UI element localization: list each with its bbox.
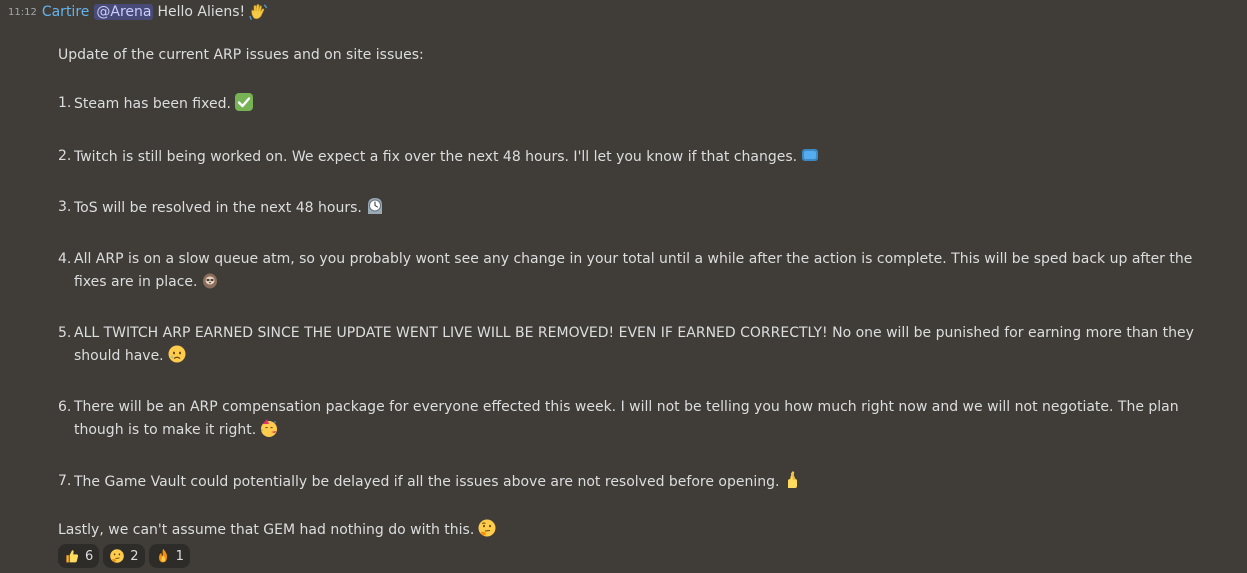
reaction-count: 1 (175, 548, 184, 564)
author-username[interactable]: Cartire (42, 4, 90, 20)
closing-text: Lastly, we can't assume that GEM had not… (58, 522, 475, 538)
reaction-thumbs-up[interactable]: 6 (58, 544, 100, 568)
list-item-text: Steam has been fixed. (74, 96, 231, 112)
reaction-fire[interactable]: 1 (148, 544, 190, 568)
message-timestamp: 11:12 (8, 6, 37, 18)
list-item-text: The Game Vault could potentially be dela… (74, 474, 780, 490)
fire-icon (155, 548, 171, 564)
sad-tear-face-icon (167, 344, 187, 364)
check-mark-icon (234, 92, 254, 112)
role-mention[interactable]: @Arena (94, 4, 154, 20)
list-item-text: ToS will be resolved in the next 48 hour… (74, 200, 362, 216)
chat-message: 11:12 Cartire @Arena Hello Aliens! Updat… (0, 0, 1247, 573)
partying-face-icon (259, 418, 279, 438)
list-item: 6. There will be an ARP compensation pac… (58, 396, 1228, 441)
list-number: 7. (58, 473, 72, 489)
waving-hand-icon (248, 2, 268, 22)
thinking-face-icon (477, 518, 497, 538)
list-item-text: All ARP is on a slow queue atm, so you p… (74, 251, 1193, 290)
list-item-text: Twitch is still being worked on. We expe… (74, 149, 798, 165)
list-item: 2. Twitch is still being worked on. We e… (58, 145, 1228, 168)
list-item: 5. ALL TWITCH ARP EARNED SINCE THE UPDAT… (58, 322, 1228, 367)
reaction-count: 2 (130, 548, 139, 564)
list-item: 7. The Game Vault could potentially be d… (58, 470, 1228, 493)
mantelpiece-clock-icon (365, 196, 385, 216)
list-item: 3. ToS will be resolved in the next 48 h… (58, 196, 1228, 219)
thinking-face-icon (109, 548, 125, 564)
reaction-count: 6 (85, 548, 94, 564)
reactions-bar: 6 2 1 (58, 544, 190, 568)
list-number: 3. (58, 199, 72, 215)
list-item: 4. All ARP is on a slow queue atm, so yo… (58, 248, 1228, 293)
sloth-icon (200, 270, 220, 290)
tv-icon (800, 145, 820, 165)
list-number: 2. (58, 148, 72, 164)
list-item-text: ALL TWITCH ARP EARNED SINCE THE UPDATE W… (74, 325, 1194, 364)
list-number: 1. (58, 95, 72, 111)
greeting-text: Hello Aliens! (157, 4, 246, 20)
message-header: 11:12 Cartire @Arena Hello Aliens! (8, 2, 268, 22)
list-number: 5. (58, 325, 72, 341)
list-number: 4. (58, 251, 72, 267)
list-number: 6. (58, 399, 72, 415)
reaction-thinking[interactable]: 2 (103, 544, 145, 568)
crossed-fingers-icon (782, 470, 802, 490)
intro-text: Update of the current ARP issues and on … (58, 47, 424, 63)
list-item: 1. Steam has been fixed. (58, 92, 1228, 115)
list-item-text: There will be an ARP compensation packag… (74, 399, 1179, 438)
thumbs-up-icon (64, 548, 80, 564)
